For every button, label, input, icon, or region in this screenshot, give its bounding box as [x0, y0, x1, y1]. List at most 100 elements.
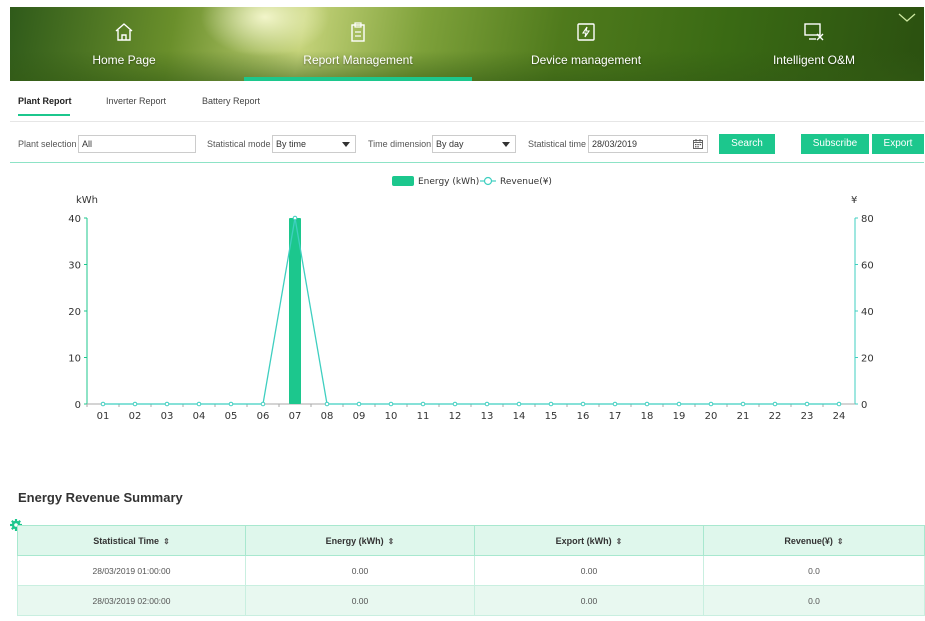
nav-home-label: Home Page: [92, 53, 156, 67]
nav-device-label: Device management: [530, 53, 642, 67]
cell-export: 0.00: [475, 556, 704, 586]
revenue-point: [420, 401, 426, 407]
sort-icon[interactable]: ⇕: [163, 537, 170, 546]
statistical-time-input[interactable]: 28/03/2019: [588, 135, 708, 153]
tab-inverter-report[interactable]: Inverter Report: [106, 96, 166, 106]
dropdown-caret-icon: [342, 142, 350, 147]
x-tick-label: 20: [705, 411, 718, 422]
x-tick-label: 24: [833, 411, 846, 422]
tab-battery-report[interactable]: Battery Report: [202, 96, 260, 106]
y-right-tick-label: 20: [861, 354, 874, 365]
col-statistical-time[interactable]: Statistical Time ⇕: [17, 525, 246, 556]
col-revenue[interactable]: Revenue(¥) ⇕: [704, 525, 925, 556]
statistical-time-value: 28/03/2019: [592, 139, 638, 149]
col-energy[interactable]: Energy (kWh) ⇕: [246, 525, 475, 556]
revenue-point: [388, 401, 394, 407]
table-row: 28/03/2019 01:00:00 0.00 0.00 0.0: [17, 556, 925, 586]
revenue-point: [836, 401, 842, 407]
x-tick-label: 22: [769, 411, 782, 422]
legend-energy-swatch: [392, 176, 414, 186]
x-tick-label: 09: [353, 411, 366, 422]
tab-plant-report-label: Plant Report: [18, 96, 72, 106]
cell-time: 28/03/2019 02:00:00: [17, 586, 246, 616]
sort-icon[interactable]: ⇕: [388, 537, 395, 546]
revenue-line: [103, 217, 839, 405]
x-tick-label: 02: [129, 411, 142, 422]
search-button[interactable]: Search: [719, 134, 775, 154]
revenue-point: [644, 401, 650, 407]
revenue-point: [548, 401, 554, 407]
statistical-mode-value: By time: [276, 139, 307, 149]
export-button[interactable]: Export: [872, 134, 924, 154]
legend-energy-label: Energy (kWh): [418, 177, 479, 187]
revenue-point: [676, 401, 682, 407]
y-right-tick-label: 0: [861, 400, 867, 411]
col-revenue-label: Revenue(¥): [784, 535, 833, 546]
y-left-tick-label: 10: [68, 354, 81, 365]
cell-time: 28/03/2019 01:00:00: [17, 556, 246, 586]
tab-divider: [10, 121, 924, 122]
revenue-point: [356, 401, 362, 407]
plant-selection-label: Plant selection: [18, 139, 77, 149]
statistical-time-label: Statistical time: [528, 139, 587, 149]
x-tick-label: 23: [801, 411, 814, 422]
revenue-point: [708, 401, 714, 407]
tab-battery-report-label: Battery Report: [202, 96, 261, 106]
summary-title: Energy Revenue Summary: [18, 490, 183, 505]
tab-inverter-report-label: Inverter Report: [106, 96, 167, 106]
y-axis-left-unit: kWh: [76, 195, 98, 206]
x-tick-label: 06: [257, 411, 270, 422]
revenue-point: [772, 401, 778, 407]
x-tick-label: 10: [385, 411, 398, 422]
revenue-point: [516, 401, 522, 407]
y-left-tick-label: 30: [68, 261, 81, 272]
x-tick-label: 07: [289, 411, 302, 422]
x-tick-label: 01: [97, 411, 110, 422]
table-header-row: Statistical Time ⇕ Energy (kWh) ⇕ Export (…: [17, 525, 925, 556]
revenue-point: [452, 401, 458, 407]
revenue-point: [292, 215, 298, 221]
nav-report-management[interactable]: Report Management: [244, 7, 472, 81]
subscribe-button[interactable]: Subscribe: [801, 134, 869, 154]
energy-revenue-chart: Energy (kWh) Revenue(¥)kWh ¥01020304002040…: [68, 176, 874, 422]
time-dimension-select[interactable]: By day: [432, 135, 516, 153]
x-tick-label: 17: [609, 411, 622, 422]
revenue-point: [100, 401, 106, 407]
nav-home-page[interactable]: Home Page: [10, 7, 238, 81]
x-tick-label: 05: [225, 411, 238, 422]
col-export[interactable]: Export (kWh) ⇕: [475, 525, 704, 556]
active-tab-underline: [18, 114, 70, 116]
x-tick-label: 21: [737, 411, 750, 422]
x-tick-label: 19: [673, 411, 686, 422]
sort-icon[interactable]: ⇕: [837, 537, 844, 546]
y-left-tick-label: 20: [68, 307, 81, 318]
monitor-tools-icon: [804, 23, 824, 41]
legend-revenue-label: Revenue(¥): [500, 177, 552, 187]
nav-device-management[interactable]: Device management: [472, 7, 700, 81]
chevron-down-icon[interactable]: [898, 13, 916, 23]
clipboard-icon: [351, 22, 365, 42]
cell-energy: 0.00: [246, 586, 475, 616]
x-tick-label: 08: [321, 411, 334, 422]
legend-revenue-marker: [483, 176, 493, 186]
nav-intelligent-om[interactable]: Intelligent O&M: [700, 7, 924, 81]
x-tick-label: 03: [161, 411, 174, 422]
x-tick-label: 15: [545, 411, 558, 422]
x-tick-label: 13: [481, 411, 494, 422]
x-tick-label: 11: [417, 411, 430, 422]
revenue-point: [740, 401, 746, 407]
summary-table: Statistical Time ⇕ Energy (kWh) ⇕ Export (…: [17, 525, 925, 616]
statistical-mode-select[interactable]: By time: [272, 135, 356, 153]
y-right-tick-label: 60: [861, 261, 874, 272]
plant-selection-input[interactable]: All: [78, 135, 196, 153]
cell-revenue: 0.0: [704, 586, 925, 616]
nav-om-label: Intelligent O&M: [772, 53, 856, 67]
y-right-tick-label: 40: [861, 307, 874, 318]
sort-icon[interactable]: ⇕: [616, 537, 623, 546]
top-nav-bar: Home Page Report Management Device manag…: [10, 7, 924, 81]
dropdown-caret-icon: [502, 142, 510, 147]
revenue-point: [228, 401, 234, 407]
calendar-icon[interactable]: [693, 139, 703, 149]
y-left-tick-label: 0: [75, 400, 81, 411]
tab-plant-report[interactable]: Plant Report: [18, 96, 72, 116]
